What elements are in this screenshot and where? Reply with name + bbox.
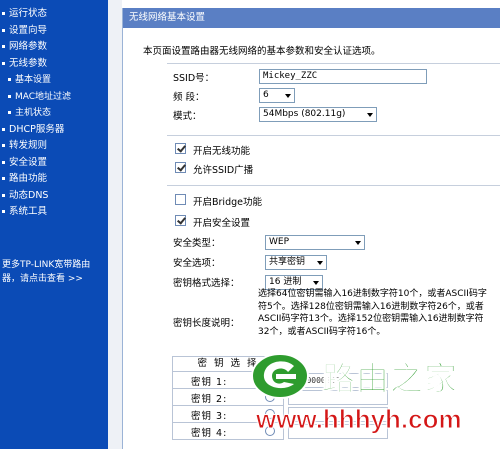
- allow-ssid-broadcast-label: 允许SSID广播: [193, 165, 254, 176]
- divider: [167, 135, 500, 136]
- bullet-icon: [2, 160, 5, 164]
- sidebar-item-dhcp[interactable]: DHCP服务器: [0, 122, 108, 139]
- ssid-label: SSID号：: [173, 73, 215, 84]
- bullet-icon: [8, 111, 11, 114]
- bullet-icon: [2, 61, 5, 65]
- chevron-down-icon: [317, 261, 323, 265]
- enable-bridge-checkbox[interactable]: [175, 194, 186, 205]
- security-type-value: WEP: [269, 237, 290, 247]
- enable-security-checkbox[interactable]: [175, 215, 186, 226]
- sidebar-item-routing[interactable]: 路由功能: [0, 171, 108, 188]
- key-label: 密钥 4:: [191, 428, 228, 439]
- divider: [167, 185, 500, 186]
- channel-value: 6: [263, 90, 269, 100]
- enable-wireless-label: 开启无线功能: [193, 146, 251, 157]
- sidebar-item-forwarding[interactable]: 转发规则: [0, 138, 108, 155]
- watermark-logo-icon: [251, 353, 309, 399]
- sidebar-menu: 运行状态 设置向导 网络参数 无线参数 基本设置 MAC地址过滤 主机状态 DH…: [0, 0, 108, 221]
- key-format-label: 密钥格式选择：: [173, 278, 240, 289]
- key-label: 密钥 1:: [191, 377, 228, 388]
- promo-link[interactable]: 更多TP-LINK宽带路由 器，请点击查看 >>: [2, 258, 106, 286]
- watermark-name: 路由之家: [322, 359, 458, 399]
- key-length-label: 密钥长度说明：: [173, 318, 240, 329]
- bullet-icon: [2, 210, 5, 213]
- key-format-value: 16 进制: [269, 277, 302, 287]
- divider: [167, 63, 500, 64]
- chevron-down-icon: [367, 113, 373, 117]
- enable-security-label: 开启安全设置: [193, 218, 251, 229]
- sidebar-item-system-tools[interactable]: 系统工具: [0, 204, 108, 221]
- security-type-label: 安全类型：: [173, 238, 221, 249]
- chevron-down-icon: [355, 241, 361, 245]
- sidebar-item-run-status[interactable]: 运行状态: [0, 6, 108, 23]
- channel-label: 频 段：: [173, 92, 205, 103]
- promo-line-1: 更多TP-LINK宽带路由: [2, 260, 91, 270]
- sidebar-item-host-status[interactable]: 主机状态: [0, 105, 108, 122]
- key-label: 密钥 2:: [191, 394, 228, 405]
- security-type-select[interactable]: WEP: [265, 235, 365, 250]
- mode-row: 模式：: [173, 106, 202, 124]
- frame-gutter: [108, 0, 122, 449]
- security-option-row: 安全选项：: [173, 253, 221, 271]
- mode-value: 54Mbps (802.11g): [263, 109, 346, 119]
- key-label: 密钥 3:: [191, 411, 228, 422]
- enable-wireless-checkbox[interactable]: [175, 143, 186, 154]
- ssid-row: SSID号：: [173, 68, 214, 86]
- bullet-icon: [2, 45, 5, 48]
- key-length-row: 密钥长度说明：: [173, 313, 240, 331]
- sidebar-item-network[interactable]: 网络参数: [0, 39, 108, 56]
- bullet-icon: [2, 193, 5, 197]
- bullet-icon: [8, 78, 11, 81]
- bullet-icon: [2, 144, 5, 147]
- chevron-down-icon: [285, 94, 291, 98]
- sidebar-nav: 运行状态 设置向导 网络参数 无线参数 基本设置 MAC地址过滤 主机状态 DH…: [0, 0, 108, 449]
- channel-select[interactable]: 6: [259, 88, 295, 103]
- key-length-help-text: 选择64位密钥需输入16进制数字符10个，或者ASCII码字符5个。选择128位…: [258, 289, 487, 337]
- bullet-icon: [2, 12, 5, 15]
- bullet-icon: [2, 28, 5, 32]
- security-option-select[interactable]: 共享密钥: [265, 255, 327, 270]
- chevron-down-icon: [313, 281, 319, 285]
- bullet-icon: [8, 94, 11, 98]
- sidebar-item-security[interactable]: 安全设置: [0, 155, 108, 172]
- bullet-icon: [2, 127, 5, 131]
- panel-title: 无线网络基本设置: [123, 8, 500, 28]
- sidebar-item-setup-wizard[interactable]: 设置向导: [0, 23, 108, 40]
- enable-bridge-label: 开启Bridge功能: [193, 197, 262, 208]
- allow-ssid-broadcast-checkbox[interactable]: [175, 162, 186, 173]
- ssid-input[interactable]: Mickey_ZZC: [259, 69, 427, 84]
- mode-select[interactable]: 54Mbps (802.11g): [259, 107, 377, 122]
- security-option-value: 共享密钥: [269, 257, 306, 267]
- watermark-url: www.hhhyh.com: [256, 404, 463, 435]
- mode-label: 模式：: [173, 111, 202, 122]
- watermark: 路由之家 www.hhhyh.com: [248, 346, 500, 449]
- bullet-icon: [2, 177, 5, 180]
- sidebar-item-mac-filter[interactable]: MAC地址过滤: [0, 89, 108, 106]
- channel-row: 频 段：: [173, 87, 205, 105]
- page-description: 本页面设置路由器无线网络的基本参数和安全认证选项。: [143, 46, 381, 57]
- sidebar-item-basic-settings[interactable]: 基本设置: [0, 72, 108, 89]
- key-format-row: 密钥格式选择：: [173, 273, 240, 291]
- promo-line-2: 器，请点击查看 >>: [2, 274, 83, 284]
- sidebar-item-wireless[interactable]: 无线参数: [0, 56, 108, 73]
- sidebar-item-ddns[interactable]: 动态DNS: [0, 188, 108, 205]
- security-option-label: 安全选项：: [173, 258, 221, 269]
- security-type-row: 安全类型：: [173, 233, 221, 251]
